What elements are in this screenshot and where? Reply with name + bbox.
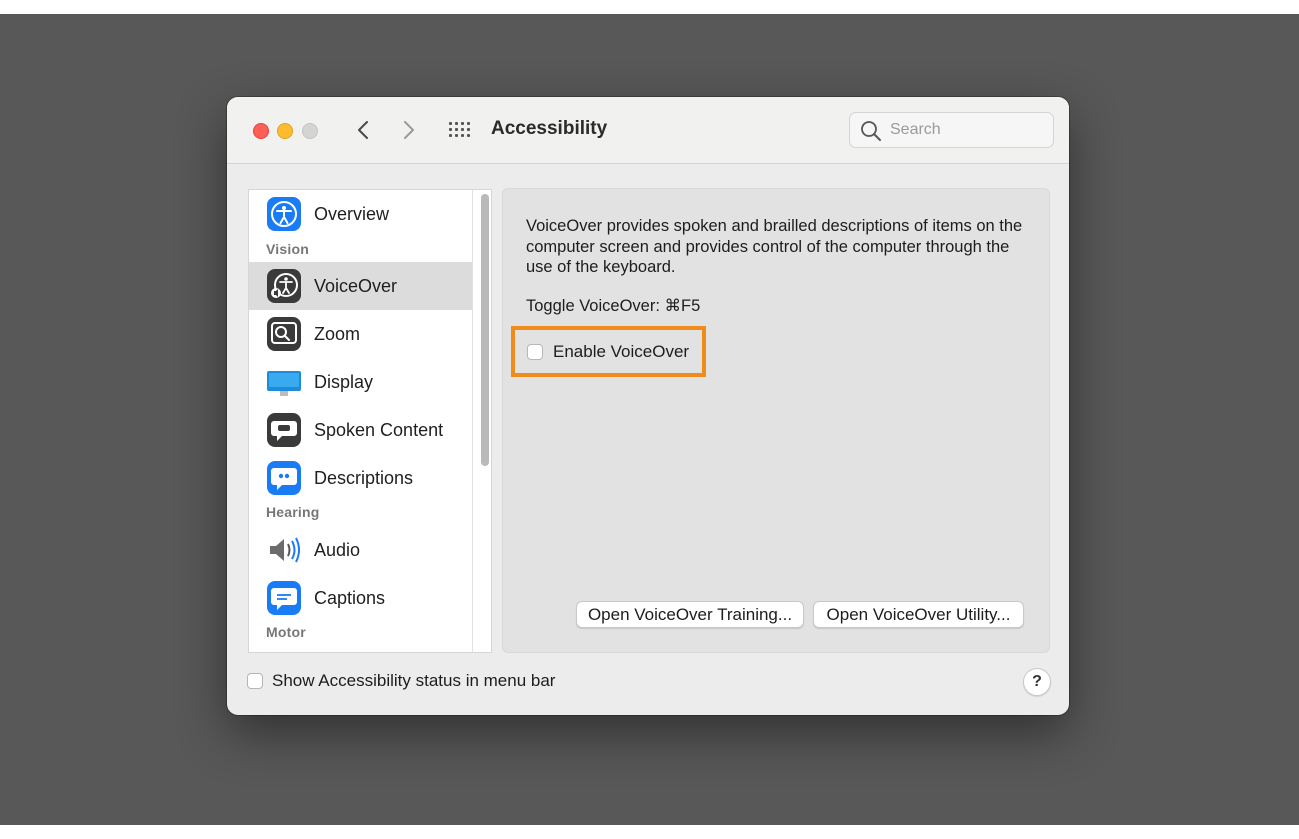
sidebar-item-label: Zoom: [314, 323, 361, 344]
toggle-label: Toggle VoiceOver:: [526, 297, 660, 315]
help-button[interactable]: ?: [1023, 668, 1051, 696]
close-window-button[interactable]: [253, 123, 269, 139]
search-icon: [861, 121, 881, 141]
sidebar-item-label: Audio: [314, 539, 361, 560]
sidebar-item-label: Descriptions: [314, 467, 414, 488]
sidebar-divider: [472, 190, 473, 652]
open-voiceover-utility-button[interactable]: Open VoiceOver Utility...: [813, 601, 1024, 628]
toggle-voiceover-shortcut: Toggle VoiceOver: ⌘F5: [526, 296, 700, 316]
descriptions-icon: [267, 461, 301, 495]
zoom-icon: [267, 317, 301, 351]
sidebar-item-label: Captions: [314, 587, 386, 608]
search-field[interactable]: [849, 112, 1054, 148]
chevron-right-icon: [404, 121, 414, 139]
sidebar-item-label: Display: [314, 371, 374, 392]
captions-icon: [267, 581, 301, 615]
accessibility-window: Accessibility Overview Vision: [227, 97, 1069, 715]
accessibility-icon: [267, 197, 301, 231]
toggle-shortcut: ⌘F5: [664, 297, 701, 315]
display-icon: [267, 371, 301, 396]
voiceover-content-panel: VoiceOver provides spoken and brailled d…: [502, 188, 1050, 653]
sidebar-item-audio[interactable]: Audio: [249, 526, 472, 574]
forward-button[interactable]: [396, 116, 422, 144]
section-header-hearing: Hearing: [266, 504, 320, 520]
section-header-vision: Vision: [266, 241, 309, 257]
sidebar-item-captions[interactable]: Captions: [249, 574, 472, 622]
speech-bubble-icon: [267, 413, 301, 447]
sidebar-item-overview[interactable]: Overview: [249, 190, 472, 238]
voiceover-icon: [267, 269, 301, 303]
sidebar-item-spoken-content[interactable]: Spoken Content: [249, 406, 472, 454]
sidebar-item-label: Overview: [314, 203, 390, 224]
sidebar-item-label: Spoken Content: [314, 419, 444, 440]
sidebar-item-display[interactable]: Display: [249, 358, 472, 406]
search-input[interactable]: [888, 119, 1047, 141]
sidebar-item-label: VoiceOver: [314, 275, 398, 296]
section-header-motor: Motor: [266, 624, 306, 640]
enable-voiceover-checkbox[interactable]: [527, 344, 543, 360]
show-status-row[interactable]: Show Accessibility status in menu bar: [247, 671, 555, 691]
chevron-left-icon: [358, 121, 368, 139]
title-bar: Accessibility: [227, 97, 1069, 164]
sidebar-item-zoom[interactable]: Zoom: [249, 310, 472, 358]
minimize-window-button[interactable]: [277, 123, 293, 139]
sidebar-item-voiceover[interactable]: VoiceOver: [249, 262, 472, 310]
open-voiceover-training-button[interactable]: Open VoiceOver Training...: [576, 601, 804, 628]
window-title: Accessibility: [491, 118, 608, 139]
zoom-window-button[interactable]: [302, 123, 318, 139]
enable-voiceover-label[interactable]: Enable VoiceOver: [553, 342, 689, 362]
back-button[interactable]: [350, 116, 376, 144]
show-status-label[interactable]: Show Accessibility status in menu bar: [272, 671, 555, 691]
sidebar-scrollbar[interactable]: [481, 194, 489, 466]
show-status-checkbox[interactable]: [247, 673, 263, 689]
show-all-grid-button[interactable]: [447, 119, 473, 141]
speaker-icon: [270, 537, 300, 563]
enable-voiceover-row[interactable]: Enable VoiceOver: [527, 341, 689, 363]
voiceover-description: VoiceOver provides spoken and brailled d…: [526, 217, 1023, 276]
sidebar-item-descriptions[interactable]: Descriptions: [249, 454, 472, 502]
sidebar: Overview Vision VoiceOver Zoom Display S…: [248, 189, 492, 653]
